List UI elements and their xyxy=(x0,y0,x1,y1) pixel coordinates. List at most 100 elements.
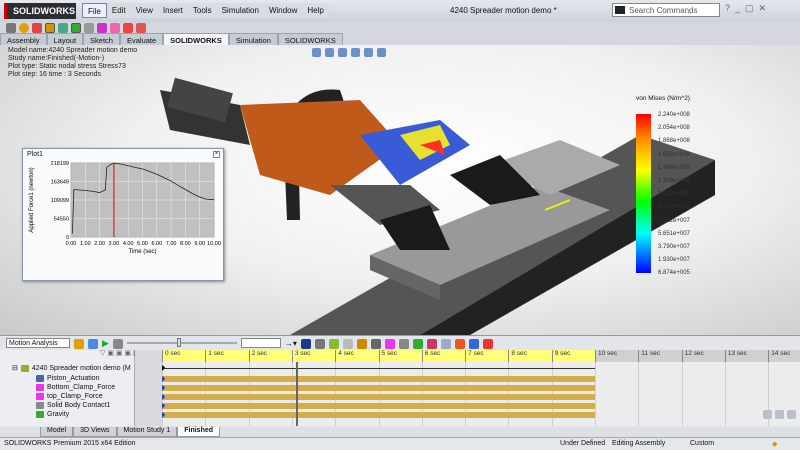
tab-model[interactable]: Model xyxy=(40,427,74,437)
menu-file[interactable]: File xyxy=(82,3,107,18)
motion-icon[interactable] xyxy=(32,23,42,33)
tree-item-bottom-clamp-force[interactable]: Bottom_Clamp_Force xyxy=(36,384,115,391)
time-bar[interactable] xyxy=(295,362,298,426)
menu-window[interactable]: Window xyxy=(264,3,302,18)
save-animation-icon[interactable] xyxy=(300,338,311,349)
force-icon[interactable] xyxy=(384,338,395,349)
simulation-icon[interactable] xyxy=(71,23,81,33)
menu-tools[interactable]: Tools xyxy=(188,3,217,18)
zoom-to-fit-icon[interactable] xyxy=(763,410,772,419)
tab-evaluate[interactable]: Evaluate xyxy=(119,33,164,45)
timeline-track[interactable] xyxy=(162,376,595,382)
time-ruler[interactable]: 0 sec 1 sec 2 sec 3 sec 4 sec 5 sec 6 sec 7 sec… xyxy=(162,350,800,362)
toolbox-icon[interactable] xyxy=(6,23,16,33)
inspection-icon[interactable] xyxy=(136,23,146,33)
heads-up-view-toolbar xyxy=(312,48,386,57)
routing-icon[interactable] xyxy=(123,23,133,33)
plot-info: Model name:4240 Spreader motion demo Stu… xyxy=(8,47,137,79)
playback-arrow-icon[interactable]: →▾ xyxy=(285,339,297,348)
section-view-icon[interactable] xyxy=(351,48,360,57)
menu-edit[interactable]: Edit xyxy=(107,3,131,18)
slider-handle[interactable] xyxy=(176,338,181,347)
tab-simulation[interactable]: Simulation xyxy=(228,33,278,45)
tree-item-gravity[interactable]: Gravity xyxy=(36,411,69,418)
tab-sketch[interactable]: Sketch xyxy=(83,33,120,45)
spring-icon[interactable] xyxy=(370,338,381,349)
menu-help[interactable]: Help xyxy=(302,3,328,18)
tab-finished[interactable]: Finished xyxy=(177,427,221,437)
close-icon[interactable]: × xyxy=(213,151,220,158)
plastics-icon[interactable] xyxy=(110,23,120,33)
gravity-icon[interactable] xyxy=(412,338,423,349)
flow-icon[interactable] xyxy=(97,23,107,33)
menu-view[interactable]: View xyxy=(131,3,158,18)
tab-solidworks-mbd[interactable]: SOLIDWORKS MBD xyxy=(277,33,343,54)
tab-layout[interactable]: Layout xyxy=(46,33,84,45)
force-icon xyxy=(36,393,44,400)
tree-item-assembly[interactable]: ⊟ 4240 Spreader motion demo (M xyxy=(12,364,131,372)
solidworks-logo[interactable]: SOLIDWORKS xyxy=(4,3,76,19)
timeline-track[interactable] xyxy=(162,394,595,400)
playback-speed-slider[interactable] xyxy=(126,338,237,347)
key-point[interactable] xyxy=(162,365,166,371)
bottom-tabs: Model 3D Views Motion Study 1 Finished xyxy=(0,427,800,437)
tree-item-piston-actuation[interactable]: Piston_Actuation xyxy=(36,375,100,382)
simulation-results-icon[interactable] xyxy=(482,338,493,349)
zoom-area-icon[interactable] xyxy=(325,48,334,57)
plot-window[interactable]: Plot1 × 0.00 1.00 2.00 3.00 4.00 5.00 6.00 7.00… xyxy=(22,148,224,281)
timeline-track[interactable] xyxy=(162,385,595,391)
study-properties-icon[interactable] xyxy=(440,338,451,349)
study-type-select[interactable]: Motion Analysis xyxy=(6,338,70,348)
window-controls: ? _ ▢ ✕ xyxy=(725,3,766,14)
display-style-icon[interactable] xyxy=(377,48,386,57)
stop-icon[interactable] xyxy=(112,338,123,349)
autokey-icon[interactable] xyxy=(328,338,339,349)
graphics-area[interactable]: Model name:4240 Spreader motion demo Stu… xyxy=(0,45,800,335)
animation-wizard-icon[interactable] xyxy=(314,338,325,349)
minimize-icon[interactable]: _ xyxy=(735,3,740,14)
playback-mode-select[interactable] xyxy=(240,338,281,348)
contact-icon[interactable] xyxy=(398,338,409,349)
tree-filter-icons[interactable]: ▽ ▣ ▣ ▣ ▣ xyxy=(100,349,140,357)
menu-insert[interactable]: Insert xyxy=(158,3,188,18)
tab-motion-study-1[interactable]: Motion Study 1 xyxy=(116,427,178,437)
x-tick-label: 1.00 xyxy=(80,241,91,247)
y-tick-label: 0 xyxy=(66,235,69,241)
tab-solidworks-add-ins[interactable]: SOLIDWORKS Add-Ins xyxy=(163,33,229,54)
time-tick: 12 sec xyxy=(681,350,704,362)
restore-icon[interactable]: ▢ xyxy=(745,3,754,14)
collapse-icon[interactable]: ⊟ xyxy=(12,364,18,372)
menu-simulation[interactable]: Simulation xyxy=(217,3,264,18)
play-from-start-icon[interactable] xyxy=(88,338,98,349)
scanto3d-icon[interactable] xyxy=(45,23,55,33)
zoom-in-icon[interactable] xyxy=(775,410,784,419)
assembly-track[interactable] xyxy=(162,368,595,369)
simulation-setup-icon[interactable] xyxy=(454,338,465,349)
run-simulation-icon[interactable] xyxy=(468,338,479,349)
rebuild-icon[interactable]: ◆ xyxy=(772,440,777,448)
motor-icon[interactable] xyxy=(356,338,367,349)
tree-item-solid-body-contact[interactable]: Solid Body Contact1 xyxy=(36,402,110,409)
units-select[interactable]: Custom xyxy=(690,440,714,447)
timeline-track[interactable] xyxy=(162,412,595,418)
tolanalyst-icon[interactable] xyxy=(84,23,94,33)
help-icon[interactable]: ? xyxy=(725,3,730,14)
calculate-icon[interactable] xyxy=(74,338,84,349)
tab-assembly[interactable]: Assembly xyxy=(0,33,47,45)
close-icon[interactable]: ✕ xyxy=(759,3,767,14)
add-key-icon[interactable] xyxy=(342,338,353,349)
tree-item-top-clamp-force[interactable]: top_Clamp_Force xyxy=(36,393,103,400)
search-commands-input[interactable]: Search Commands xyxy=(612,3,720,17)
zoom-out-icon[interactable] xyxy=(787,410,796,419)
previous-view-icon[interactable] xyxy=(338,48,347,57)
view-orientation-icon[interactable] xyxy=(364,48,373,57)
photoview-icon[interactable] xyxy=(19,23,29,33)
tab-3d-views[interactable]: 3D Views xyxy=(73,427,117,437)
results-icon[interactable] xyxy=(426,338,437,349)
circuitworks-icon[interactable] xyxy=(58,23,68,33)
zoom-to-fit-icon[interactable] xyxy=(312,48,321,57)
timeline-track[interactable] xyxy=(162,403,595,409)
command-manager-tabs: Assembly Layout Sketch Evaluate SOLIDWOR… xyxy=(0,33,343,54)
timeline[interactable]: 0 sec 1 sec 2 sec 3 sec 4 sec 5 sec 6 sec 7 sec… xyxy=(162,350,800,426)
play-icon[interactable]: ▶ xyxy=(102,338,109,349)
